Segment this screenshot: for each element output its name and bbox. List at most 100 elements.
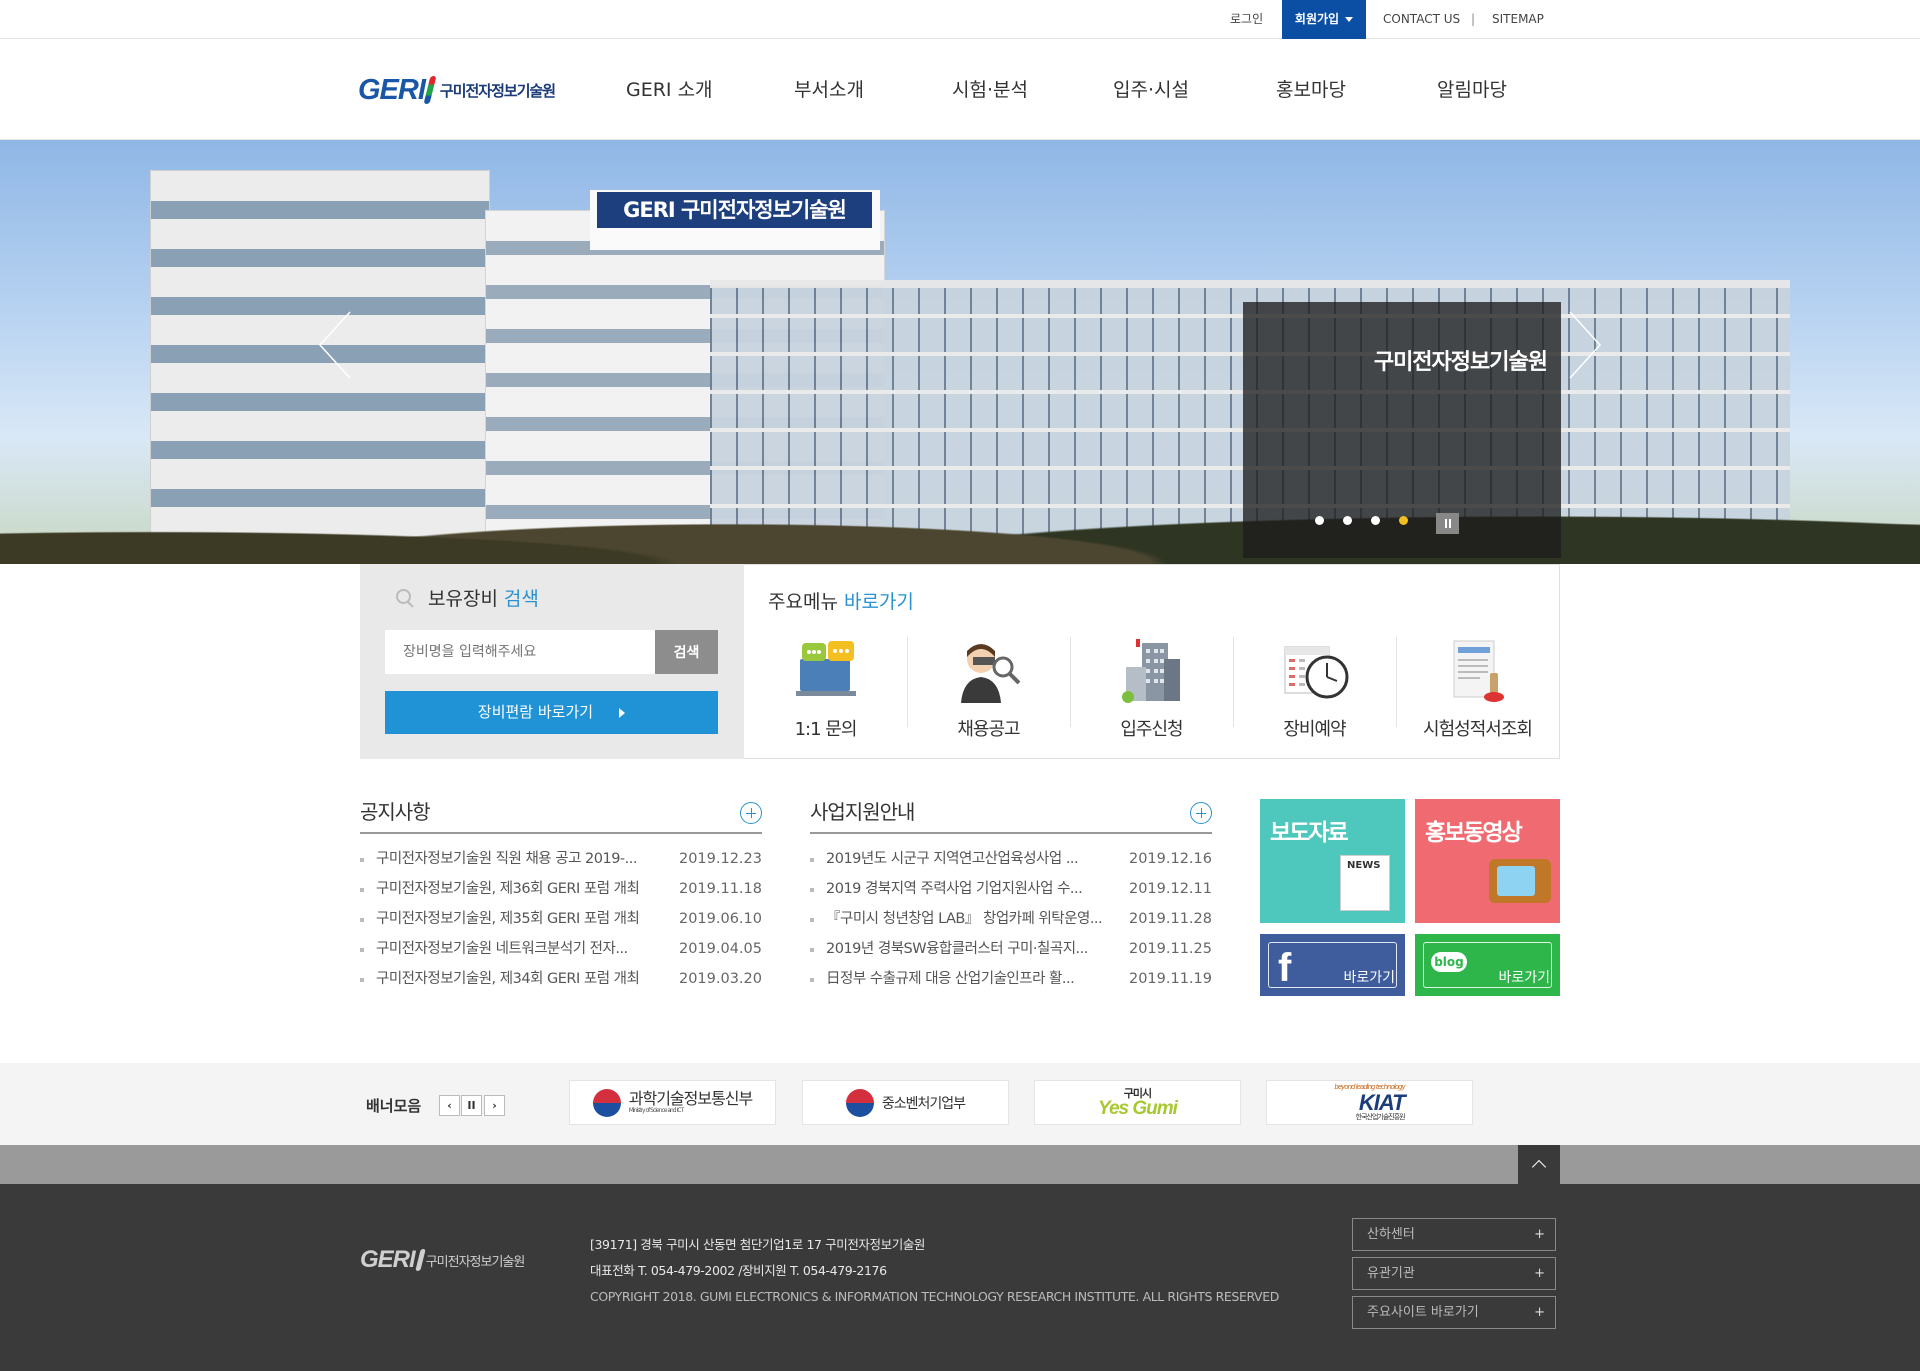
footer-top-bar: [0, 1145, 1920, 1184]
business-list: 2019년도 시군구 지역연고산업육성사업 ... 2019.12.16 2019…: [810, 844, 1212, 994]
list-item[interactable]: 2019년도 시군구 지역연고산업육성사업 ... 2019.12.16: [810, 844, 1212, 874]
hero-dot-3[interactable]: [1371, 516, 1380, 525]
banner-gumi[interactable]: 구미시 Yes Gumi: [1034, 1080, 1241, 1125]
nav-testing-analysis[interactable]: 시험·분석: [952, 40, 1028, 140]
site-header: GERI 구미전자정보기술원 GERI 소개 부서소개 시험·분석 입주·시설 …: [0, 40, 1920, 140]
list-item[interactable]: 日정부 수출규제 대응 산업기술인프라 활... 2019.11.19: [810, 964, 1212, 994]
taegeuk-icon: [592, 1088, 621, 1117]
banner-gumi-name: Yes Gumi: [1098, 1097, 1178, 1119]
footer-logo-mark-icon: [414, 1249, 426, 1271]
footer-select-related-institutions[interactable]: 유관기관 +: [1352, 1257, 1556, 1290]
document-stamp-icon: [1453, 640, 1504, 702]
hero-prev-button[interactable]: [318, 310, 352, 380]
footer-select-label: 산하센터: [1367, 1227, 1415, 1242]
footer-select-affiliated-centers[interactable]: 산하센터 +: [1352, 1218, 1556, 1251]
footer-address: [39171] 경북 구미시 산동면 첨단기업1로 17 구미전자정보기술원: [590, 1237, 926, 1252]
list-item-date: 2019.11.18: [678, 881, 762, 897]
plus-icon: +: [1534, 1305, 1545, 1320]
quick-inquiry[interactable]: 1:1 문의: [744, 637, 907, 747]
footer-select-label: 유관기관: [1367, 1266, 1415, 1281]
site-logo[interactable]: GERI 구미전자정보기술원: [358, 68, 556, 112]
hero-pause-button[interactable]: [1436, 513, 1459, 534]
equipment-search-input[interactable]: [385, 630, 655, 674]
footer-select-major-sites[interactable]: 주요사이트 바로가기 +: [1352, 1296, 1556, 1329]
quick-menu-title: 주요메뉴 바로가기: [768, 587, 914, 614]
scroll-to-top-button[interactable]: [1518, 1145, 1560, 1184]
notice-board-title: 공지사항: [360, 800, 431, 824]
chevron-left-icon: [318, 311, 351, 379]
login-link[interactable]: 로그인: [1230, 0, 1263, 39]
hero-dot-4[interactable]: [1399, 516, 1408, 525]
list-item[interactable]: 2019 경북지역 주력사업 기업지원사업 수... 2019.12.11: [810, 874, 1212, 904]
list-item[interactable]: 구미전자정보기술원, 제35회 GERI 포럼 개최 2019.06.10: [360, 904, 762, 934]
hero-dot-2[interactable]: [1343, 516, 1352, 525]
blog-tile[interactable]: blog 바로가기: [1415, 934, 1560, 996]
banner-mss[interactable]: 중소벤처기업부: [802, 1080, 1009, 1125]
equipment-catalog-button[interactable]: 장비편람 바로가기: [385, 691, 718, 734]
building-icon: [1121, 639, 1180, 703]
equipment-search-title: 보유장비 검색: [396, 584, 539, 611]
hero-dot-1[interactable]: [1315, 516, 1324, 525]
logo-name: 구미전자정보기술원: [439, 81, 556, 100]
utility-bar: 로그인 회원가입 CONTACT US | SITEMAP: [0, 0, 1920, 39]
list-item-title: 2019년도 시군구 지역연고산업육성사업 ...: [826, 851, 1079, 867]
banner-next-button[interactable]: ›: [484, 1095, 505, 1116]
site-footer: GERI 구미전자정보기술원 [39171] 경북 구미시 산동면 첨단기업1로…: [0, 1184, 1920, 1371]
list-item[interactable]: 구미전자정보기술원, 제36회 GERI 포럼 개최 2019.11.18: [360, 874, 762, 904]
quick-test-report-label: 시험성적서조회: [1423, 719, 1533, 740]
list-item-date: 2019.04.05: [678, 941, 762, 957]
plus-icon[interactable]: [740, 802, 762, 824]
quick-recruitment-label: 채용공고: [957, 719, 1020, 740]
newspaper-icon: NEWS: [1340, 855, 1390, 911]
hero-next-button[interactable]: [1568, 310, 1602, 380]
join-button[interactable]: 회원가입: [1282, 0, 1366, 39]
banner-pause-button[interactable]: II: [461, 1095, 482, 1116]
hero-building-sign: GERI 구미전자정보기술원: [597, 192, 872, 228]
arrow-right-icon: [619, 707, 626, 718]
banner-msit[interactable]: 과학기술정보통신부 Ministry of Science and ICT: [569, 1080, 776, 1125]
nav-geri-intro[interactable]: GERI 소개: [626, 40, 713, 140]
quick-test-report[interactable]: 시험성적서조회: [1396, 637, 1559, 747]
facebook-tile[interactable]: f 바로가기: [1260, 934, 1405, 996]
blog-go-label: 바로가기: [1498, 970, 1550, 986]
press-release-tile[interactable]: 보도자료 NEWS: [1260, 799, 1405, 923]
list-item-title: 구미전자정보기술원, 제36회 GERI 포럼 개최: [376, 881, 640, 897]
list-item[interactable]: 2019년 경북SW융합클러스터 구미·칠곡지... 2019.11.25: [810, 934, 1212, 964]
logo-mark-icon: [423, 76, 437, 104]
banner-prev-button[interactable]: ‹: [439, 1095, 460, 1116]
banner-mss-name: 중소벤처기업부: [881, 1095, 966, 1112]
nav-departments[interactable]: 부서소개: [794, 40, 864, 140]
contact-us-link[interactable]: CONTACT US: [1383, 0, 1460, 39]
plus-icon: +: [1534, 1227, 1545, 1242]
quick-recruitment[interactable]: 채용공고: [907, 637, 1070, 747]
notice-board: 공지사항 구미전자정보기술원 직원 채용 공고 2019-... 2019.12.…: [360, 790, 762, 994]
chevron-right-icon: [1569, 311, 1602, 379]
nav-promotion[interactable]: 홍보마당: [1276, 40, 1346, 140]
nav-tenancy-facilities[interactable]: 입주·시설: [1113, 40, 1189, 140]
equipment-title-text: 보유장비: [428, 588, 498, 610]
banner-msit-sub: Ministry of Science and ICT: [628, 1107, 684, 1114]
hero-slider: GERI 구미전자정보기술원 구미전자정보기술원: [0, 140, 1920, 564]
logo-wordmark: GERI: [358, 73, 426, 106]
promo-video-tile[interactable]: 홍보동영상: [1415, 799, 1560, 923]
list-item[interactable]: 구미전자정보기술원, 제34회 GERI 포럼 개최 2019.03.20: [360, 964, 762, 994]
caret-down-icon: [1345, 17, 1354, 22]
footer-logo-name: 구미전자정보기술원: [425, 1254, 526, 1270]
quick-equipment-reservation[interactable]: 장비예약: [1233, 637, 1396, 747]
list-item[interactable]: 구미전자정보기술원 네트워크분석기 전자... 2019.04.05: [360, 934, 762, 964]
taegeuk-icon: [845, 1088, 874, 1117]
list-item-date: 2019.11.28: [1128, 911, 1212, 927]
magnifier-person-icon: [960, 644, 1020, 703]
footer-logo: GERI 구미전자정보기술원: [360, 1246, 526, 1274]
plus-icon: +: [1534, 1266, 1545, 1281]
equipment-search-button[interactable]: 검색: [655, 630, 718, 674]
sitemap-link[interactable]: SITEMAP: [1492, 0, 1544, 39]
nav-notices[interactable]: 알림마당: [1437, 40, 1507, 140]
quick-tenancy[interactable]: 입주신청: [1070, 637, 1233, 747]
banner-kiat[interactable]: beyond leading technology KIAT 한국산업기술진흥원: [1266, 1080, 1473, 1125]
blog-icon: blog: [1431, 952, 1467, 972]
banner-strip: 배너모음 ‹ II › 과학기술정보통신부 Ministry of Scienc…: [0, 1063, 1920, 1145]
list-item[interactable]: 구미전자정보기술원 직원 채용 공고 2019-... 2019.12.23: [360, 844, 762, 874]
plus-icon[interactable]: [1190, 802, 1212, 824]
list-item[interactable]: 『구미시 청년창업 LAB』 창업카페 위탁운영... 2019.11.28: [810, 904, 1212, 934]
